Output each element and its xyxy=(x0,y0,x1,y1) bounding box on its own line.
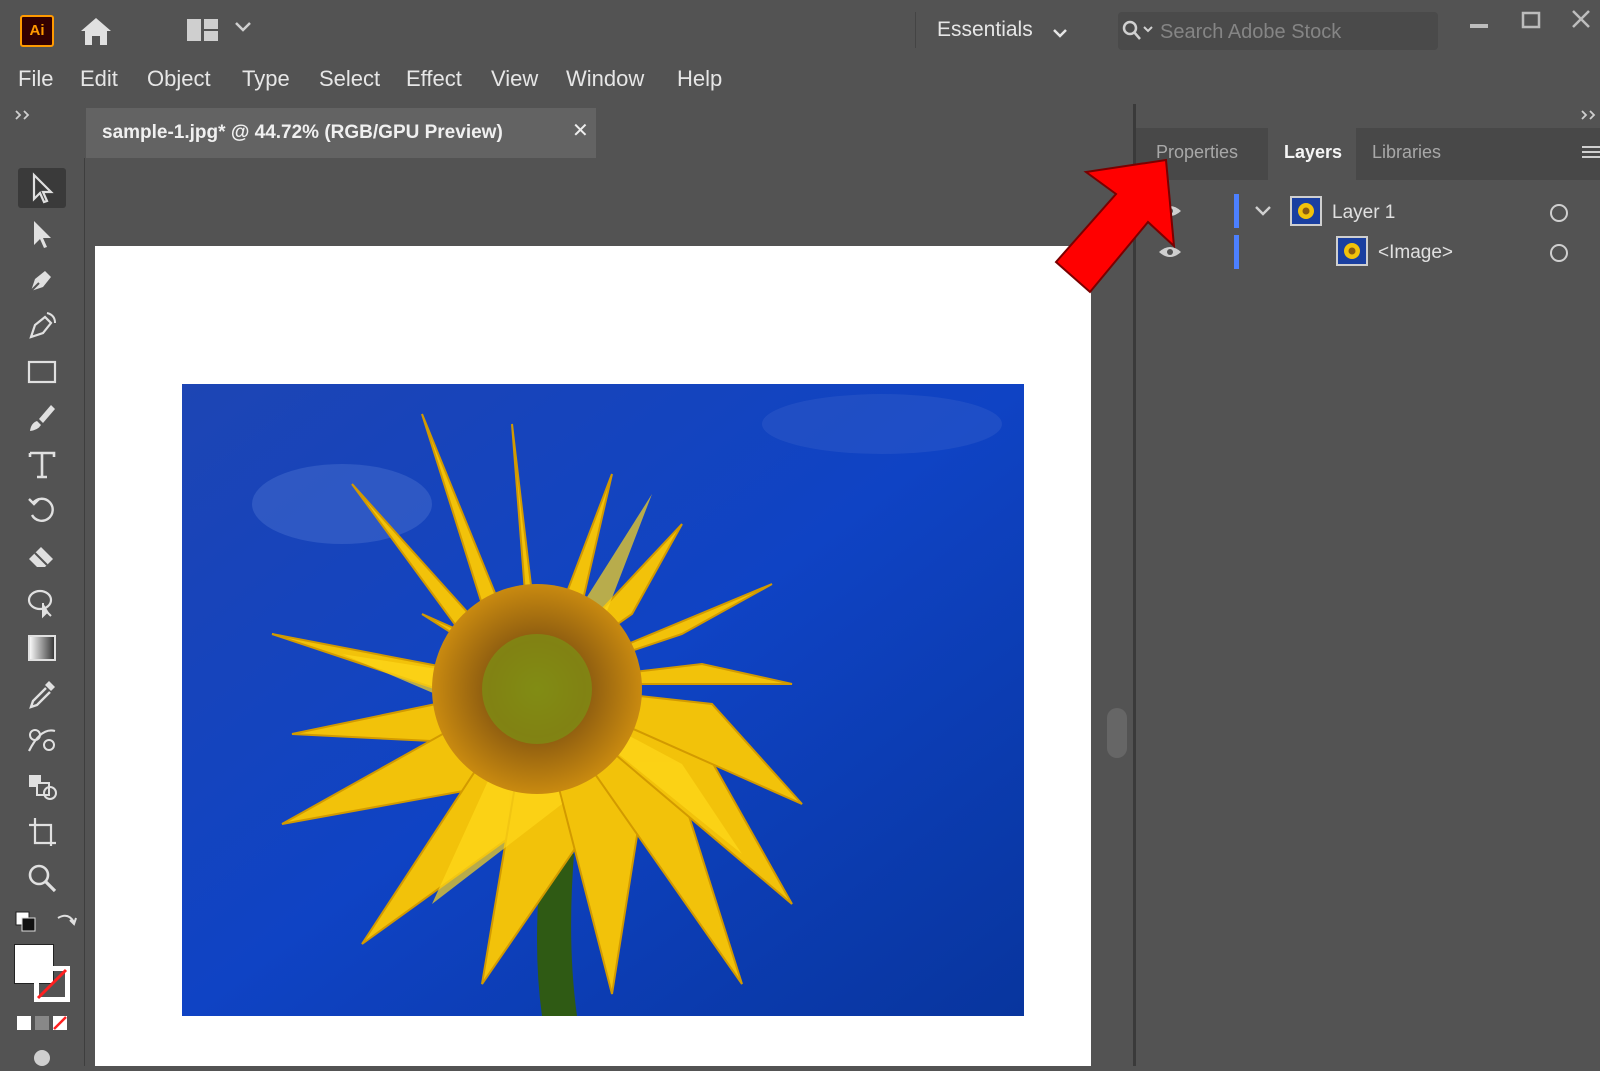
pen-tool-icon[interactable] xyxy=(18,260,66,300)
gradient-tool-icon[interactable] xyxy=(18,628,66,668)
document-tab-title: sample-1.jpg* @ 44.72% (RGB/GPU Preview) xyxy=(102,122,503,143)
workspace-switcher[interactable]: Essentials xyxy=(937,18,1033,42)
expand-panel-icon[interactable] xyxy=(14,108,34,120)
rotate-tool-icon[interactable] xyxy=(18,490,66,530)
paintbrush-tool-icon[interactable] xyxy=(18,398,66,438)
tab-layers[interactable]: Layers xyxy=(1284,142,1342,163)
target-circle-icon[interactable] xyxy=(1550,204,1568,222)
menu-effect[interactable]: Effect xyxy=(406,66,462,92)
sublayer-name[interactable]: <Image> xyxy=(1378,242,1453,264)
home-icon[interactable] xyxy=(78,14,114,48)
close-tab-icon[interactable]: ✕ xyxy=(572,118,589,143)
menu-object[interactable]: Object xyxy=(147,66,211,92)
rectangle-tool-icon[interactable] xyxy=(18,352,66,392)
image-thumbnail xyxy=(1336,236,1368,266)
type-tool-icon[interactable] xyxy=(18,444,66,484)
color-mode-icon[interactable] xyxy=(16,1014,70,1032)
sublayer-row[interactable] xyxy=(1136,232,1600,272)
collapse-panel-icon[interactable] xyxy=(1580,108,1598,120)
menu-bar xyxy=(0,58,1600,104)
minimize-icon[interactable] xyxy=(1468,18,1490,32)
close-window-icon[interactable] xyxy=(1570,8,1592,30)
maximize-icon[interactable] xyxy=(1520,10,1542,30)
search-placeholder: Search Adobe Stock xyxy=(1160,21,1342,43)
curvature-tool-icon[interactable] xyxy=(18,306,66,346)
panel-menu-icon[interactable] xyxy=(1582,144,1600,160)
search-icon[interactable] xyxy=(1122,20,1156,42)
menu-type[interactable]: Type xyxy=(242,66,290,92)
app-logo: Ai xyxy=(20,15,54,47)
zoom-tool-icon[interactable] xyxy=(18,858,66,898)
stroke-color-swatch[interactable] xyxy=(33,965,71,1003)
arrange-documents-icon[interactable] xyxy=(186,17,220,43)
default-colors-icon[interactable] xyxy=(14,910,38,934)
blend-tool-icon[interactable] xyxy=(18,720,66,760)
layer-color-bar xyxy=(1234,235,1239,269)
menu-select[interactable]: Select xyxy=(319,66,380,92)
expand-chevron-icon[interactable] xyxy=(1254,204,1272,218)
layer-color-bar xyxy=(1234,194,1239,228)
menu-view[interactable]: View xyxy=(491,66,538,92)
menu-window[interactable]: Window xyxy=(566,66,644,92)
menu-file[interactable]: File xyxy=(18,66,53,92)
symbol-sprayer-tool-icon[interactable] xyxy=(18,766,66,806)
eyedropper-tool-icon[interactable] xyxy=(18,674,66,714)
layer-thumbnail xyxy=(1290,196,1322,226)
selection-tool-icon[interactable] xyxy=(18,168,66,208)
menu-help[interactable]: Help xyxy=(677,66,722,92)
menu-edit[interactable]: Edit xyxy=(80,66,118,92)
swap-colors-icon[interactable] xyxy=(54,910,78,934)
eraser-tool-icon[interactable] xyxy=(18,536,66,576)
artboard-tool-icon[interactable] xyxy=(18,812,66,852)
chevron-down-icon[interactable] xyxy=(234,20,252,34)
divider xyxy=(915,12,916,48)
direct-selection-tool-icon[interactable] xyxy=(18,214,66,254)
layer-name[interactable]: Layer 1 xyxy=(1332,202,1395,224)
vertical-scrollbar[interactable] xyxy=(1107,708,1127,758)
target-circle-icon[interactable] xyxy=(1550,244,1568,262)
annotation-arrow-icon xyxy=(1050,150,1180,300)
workspace-chevron-icon[interactable] xyxy=(1052,26,1068,38)
screen-mode-icon[interactable] xyxy=(28,1044,56,1066)
placed-image-sunflower[interactable] xyxy=(182,384,1024,1016)
tab-libraries[interactable]: Libraries xyxy=(1372,142,1441,163)
free-transform-tool-icon[interactable] xyxy=(18,582,66,622)
